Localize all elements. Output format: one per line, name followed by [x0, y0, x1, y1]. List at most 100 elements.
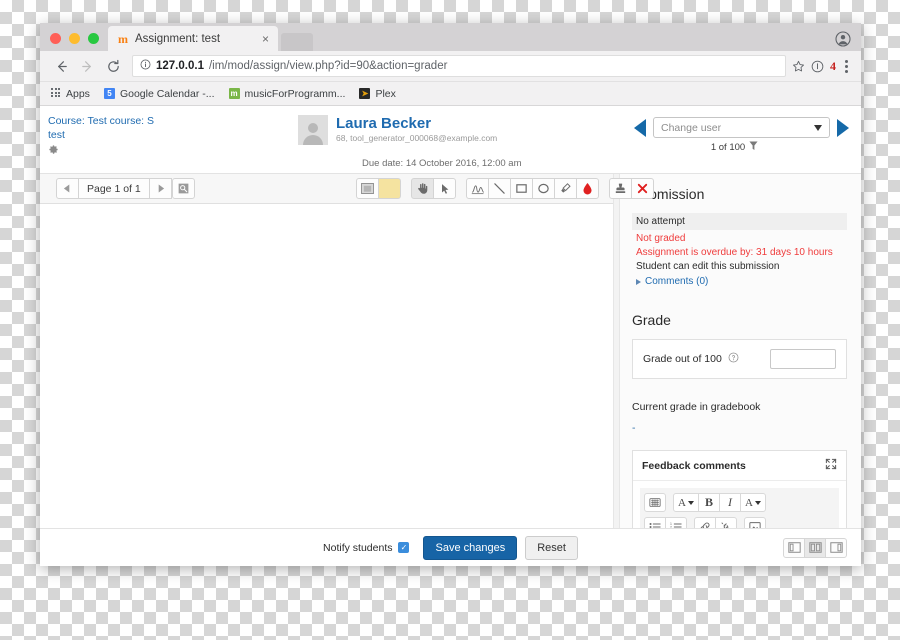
next-user-arrow[interactable]: [837, 118, 849, 137]
funnel-icon[interactable]: [749, 141, 758, 154]
reset-button[interactable]: Reset: [525, 535, 578, 560]
bookmarks-bar: Apps 5 Google Calendar -... m musicForPr…: [40, 82, 861, 106]
unlink-button[interactable]: [715, 517, 737, 528]
layout-collapse-left[interactable]: [825, 537, 847, 558]
background-colour-button[interactable]: A: [739, 493, 766, 512]
bookmark-label: Apps: [66, 87, 90, 100]
notify-students-checkbox[interactable]: ✓: [398, 542, 410, 553]
red-x-icon[interactable]: [631, 178, 654, 199]
ellipse-icon[interactable]: [532, 178, 555, 199]
search-comments-icon[interactable]: [171, 178, 195, 199]
insert-image-button[interactable]: [744, 517, 766, 528]
profile-avatar-icon[interactable]: [835, 31, 851, 47]
course-link-line1[interactable]: Course: Test course: S: [48, 114, 298, 128]
submission-status: No attempt: [632, 213, 847, 230]
extension-badge-4[interactable]: 4: [830, 59, 836, 74]
back-button[interactable]: [48, 53, 74, 79]
bookmark-plex[interactable]: ➤ Plex: [359, 88, 396, 100]
user-email: 68, tool_generator_000068@example.com: [336, 133, 498, 143]
rectangle-icon[interactable]: [510, 178, 533, 199]
signature-icon[interactable]: [466, 178, 489, 199]
user-name[interactable]: Laura Becker: [336, 115, 497, 132]
stamp-icon[interactable]: [609, 178, 632, 199]
red-drop-icon[interactable]: [576, 178, 599, 199]
pdf-page-canvas[interactable]: [40, 204, 613, 528]
apps-grid-icon: [50, 88, 61, 99]
stamp-tools: [609, 178, 654, 199]
browser-tab[interactable]: m Assignment: test ×: [108, 26, 278, 51]
bookmark-music-for-programming[interactable]: m musicForProgramm...: [228, 88, 345, 100]
bold-button[interactable]: B: [697, 493, 720, 512]
grader-main: Page 1 of 1 Submission No attempt Not gr…: [40, 173, 861, 528]
grade-section-title: Grade: [632, 312, 671, 328]
comments-toggle[interactable]: Comments (0): [632, 275, 847, 289]
highlighter-icon[interactable]: [554, 178, 577, 199]
layout-split-even[interactable]: [804, 537, 826, 558]
editor-toolbar-row-1: A B I A: [644, 493, 835, 512]
user-navigation: Change user 1 of 100: [634, 113, 849, 154]
save-changes-button[interactable]: Save changes: [423, 535, 518, 560]
close-icon[interactable]: ×: [260, 33, 271, 45]
accessibility-checker-button[interactable]: [644, 493, 666, 512]
maximize-window-button[interactable]: [88, 33, 99, 44]
avatar[interactable]: [298, 115, 328, 145]
reload-button[interactable]: [100, 53, 126, 79]
change-user-select[interactable]: Change user: [653, 117, 830, 138]
current-colour-swatch[interactable]: [356, 178, 379, 199]
user-summary: Laura Becker 68, tool_generator_000068@e…: [298, 113, 634, 145]
minimize-window-button[interactable]: [69, 33, 80, 44]
layout-collapse-right[interactable]: [783, 537, 805, 558]
bookmark-google-calendar[interactable]: 5 Google Calendar -...: [103, 88, 215, 100]
grade-card: Grade out of 100: [632, 339, 847, 379]
pane-splitter[interactable]: [613, 174, 620, 528]
previous-page-button[interactable]: [56, 178, 79, 199]
overdue-notice: Assignment is overdue by: 31 days 10 hou…: [636, 247, 833, 258]
change-user-placeholder: Change user: [661, 121, 722, 134]
tab-title: Assignment: test: [135, 32, 221, 45]
feedback-title: Feedback comments: [642, 459, 746, 472]
hand-icon[interactable]: [411, 178, 434, 199]
kebab-menu-icon[interactable]: [842, 59, 851, 73]
insert-link-button[interactable]: [694, 517, 716, 528]
m-icon: m: [228, 88, 240, 99]
close-window-button[interactable]: [50, 33, 61, 44]
editable-notice: Student can edit this submission: [636, 261, 780, 272]
bookmark-star-icon[interactable]: [792, 60, 805, 73]
numbered-list-button[interactable]: 123: [665, 517, 687, 528]
notify-students-control[interactable]: Notify students ✓: [323, 542, 410, 554]
highlight-colour-swatch[interactable]: [378, 178, 401, 199]
user-counter-label: 1 of 100: [710, 142, 746, 153]
help-icon[interactable]: [728, 352, 739, 366]
bullet-list-button[interactable]: [644, 517, 666, 528]
browser-tab-strip: m Assignment: test ×: [40, 23, 861, 51]
gear-icon[interactable]: [48, 144, 298, 159]
url-host: 127.0.0.1: [156, 60, 204, 72]
submission-section-title: Submission: [632, 186, 705, 202]
url-bar[interactable]: 127.0.0.1/im/mod/assign/view.php?id=90&a…: [132, 55, 786, 77]
previous-user-arrow[interactable]: [634, 118, 646, 137]
bookmark-apps[interactable]: Apps: [50, 88, 90, 100]
colour-swatches: [356, 178, 401, 199]
forward-button[interactable]: [74, 53, 100, 79]
info-circle-icon[interactable]: [811, 60, 824, 73]
editor-group-accessibility: [644, 493, 666, 512]
chevron-down-icon: [814, 124, 822, 131]
font-colour-button[interactable]: A: [673, 493, 699, 512]
grade-field-label: Grade out of 100: [643, 352, 739, 366]
page-content: Course: Test course: S test Laura Becker…: [40, 106, 861, 566]
grade-input[interactable]: [770, 349, 836, 369]
cursor-arrow-icon[interactable]: [433, 178, 456, 199]
grading-pane: Submission No attempt Not graded Assignm…: [620, 174, 861, 528]
course-link-line2[interactable]: test: [48, 128, 298, 142]
expand-icon[interactable]: [825, 458, 837, 473]
new-tab-button[interactable]: [281, 33, 313, 51]
browser-address-bar: 127.0.0.1/im/mod/assign/view.php?id=90&a…: [40, 51, 861, 82]
browser-window: m Assignment: test × 127.0.0.1/im/mod/as…: [40, 23, 861, 566]
line-icon[interactable]: [488, 178, 511, 199]
next-page-button[interactable]: [148, 178, 172, 199]
current-grade-value: -: [632, 422, 636, 434]
italic-button[interactable]: I: [718, 493, 741, 512]
editor-group-media: [744, 517, 766, 528]
annotation-tools: [356, 178, 654, 199]
site-info-icon[interactable]: [140, 59, 151, 73]
